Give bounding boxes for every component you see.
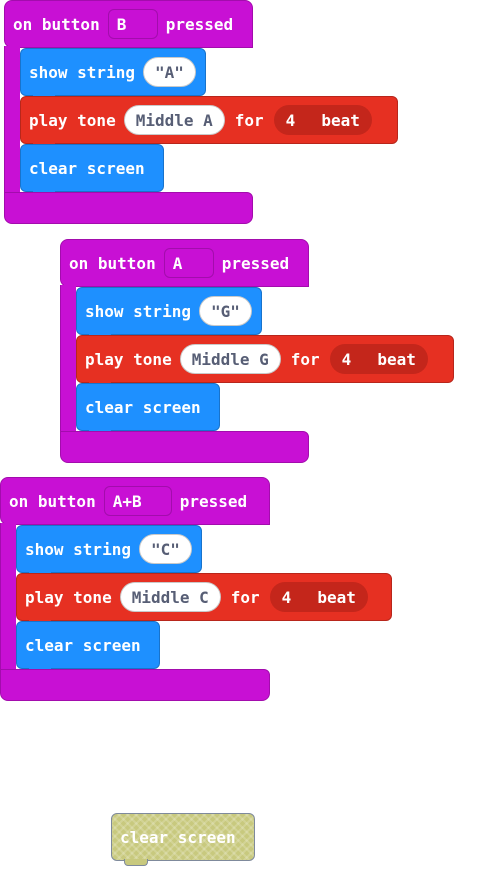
play-tone-block[interactable]: play tone Middle C for 4 beat <box>16 573 392 626</box>
clear-screen-label: clear screen <box>25 635 141 655</box>
clear-screen-label: clear screen <box>29 158 145 178</box>
string-value-input[interactable]: "C" <box>138 534 192 564</box>
play-tone-label: play tone <box>29 110 116 130</box>
beat-dropdown[interactable]: 4 beat <box>329 344 428 374</box>
beat-dropdown[interactable]: 4 beat <box>269 582 368 612</box>
event-block-button-ab[interactable]: on button A+B pressed show string "C" pl… <box>0 477 392 701</box>
dragging-clear-screen-block[interactable]: clear screen <box>111 813 255 866</box>
beat-dropdown[interactable]: 4 beat <box>273 105 372 135</box>
note-picker[interactable]: Middle G <box>179 344 281 374</box>
event-suffix-label: pressed <box>179 491 248 511</box>
beat-unit-label: beat <box>377 349 416 369</box>
show-string-block[interactable]: show string "A" <box>20 48 206 101</box>
play-tone-label: play tone <box>85 349 172 369</box>
clear-screen-block[interactable]: clear screen <box>76 383 220 436</box>
play-tone-label: play tone <box>25 587 112 607</box>
beat-unit-label: beat <box>321 110 360 130</box>
event-footer <box>60 431 309 463</box>
event-prefix-label: on button <box>13 14 100 34</box>
show-string-block[interactable]: show string "C" <box>16 525 202 578</box>
beat-count: 4 <box>281 587 292 607</box>
beat-unit-label: beat <box>317 587 356 607</box>
event-footer <box>4 192 253 224</box>
beat-count: 4 <box>341 349 352 369</box>
string-value-input[interactable]: "A" <box>142 57 196 87</box>
button-dropdown[interactable]: A <box>163 248 214 278</box>
play-tone-block[interactable]: play tone Middle G for 4 beat <box>76 335 454 388</box>
clear-screen-label: clear screen <box>85 397 201 417</box>
dragging-block-label: clear screen <box>120 827 236 847</box>
show-string-label: show string <box>29 62 135 82</box>
clear-screen-block[interactable]: clear screen <box>20 144 164 197</box>
event-prefix-label: on button <box>69 253 156 273</box>
for-label: for <box>290 349 320 369</box>
button-dropdown[interactable]: B <box>107 9 158 39</box>
event-header[interactable]: on button A pressed <box>60 239 309 287</box>
event-body-arm <box>0 523 16 671</box>
button-dropdown[interactable]: A+B <box>103 486 172 516</box>
event-block-button-b[interactable]: on button B pressed show string "A" play… <box>4 0 398 224</box>
button-dropdown-value: A+B <box>112 491 142 511</box>
event-prefix-label: on button <box>9 491 96 511</box>
event-header[interactable]: on button B pressed <box>4 0 253 48</box>
event-header[interactable]: on button A+B pressed <box>0 477 270 525</box>
event-suffix-label: pressed <box>221 253 290 273</box>
event-footer <box>0 669 270 701</box>
show-string-label: show string <box>25 539 131 559</box>
note-picker[interactable]: Middle A <box>123 105 225 135</box>
event-body-arm <box>60 285 76 433</box>
clear-screen-block[interactable]: clear screen <box>16 621 160 674</box>
show-string-label: show string <box>85 301 191 321</box>
event-suffix-label: pressed <box>165 14 234 34</box>
button-dropdown-value: A <box>172 253 183 273</box>
play-tone-block[interactable]: play tone Middle A for 4 beat <box>20 96 398 149</box>
for-label: for <box>230 587 260 607</box>
string-value-input[interactable]: "G" <box>198 296 252 326</box>
note-picker[interactable]: Middle C <box>119 582 221 612</box>
button-dropdown-value: B <box>116 14 127 34</box>
event-block-button-a[interactable]: on button A pressed show string "G" play… <box>60 239 454 463</box>
show-string-block[interactable]: show string "G" <box>76 287 262 340</box>
event-body-arm <box>4 46 20 194</box>
beat-count: 4 <box>285 110 296 130</box>
for-label: for <box>234 110 264 130</box>
